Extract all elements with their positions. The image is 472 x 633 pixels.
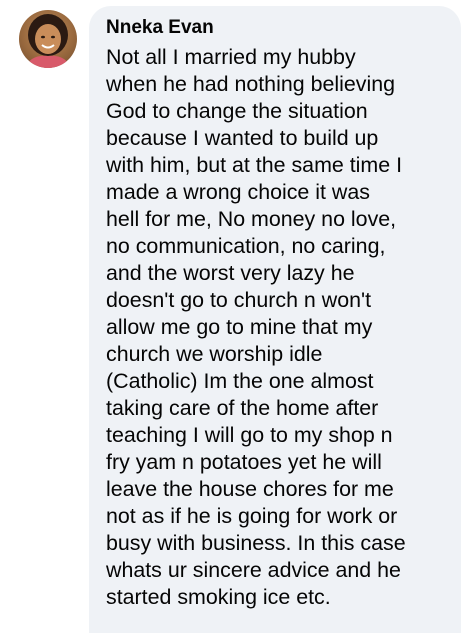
comment-author-name[interactable]: Nneka Evan bbox=[106, 16, 447, 40]
profile-photo-icon bbox=[25, 14, 71, 68]
comment-text: Not all I married my hubby when he had n… bbox=[106, 45, 406, 609]
avatar[interactable] bbox=[19, 10, 77, 68]
comment-bubble: Nneka Evan Not all I married my hubby wh… bbox=[89, 6, 461, 633]
comment: Nneka Evan Not all I married my hubby wh… bbox=[0, 0, 472, 633]
